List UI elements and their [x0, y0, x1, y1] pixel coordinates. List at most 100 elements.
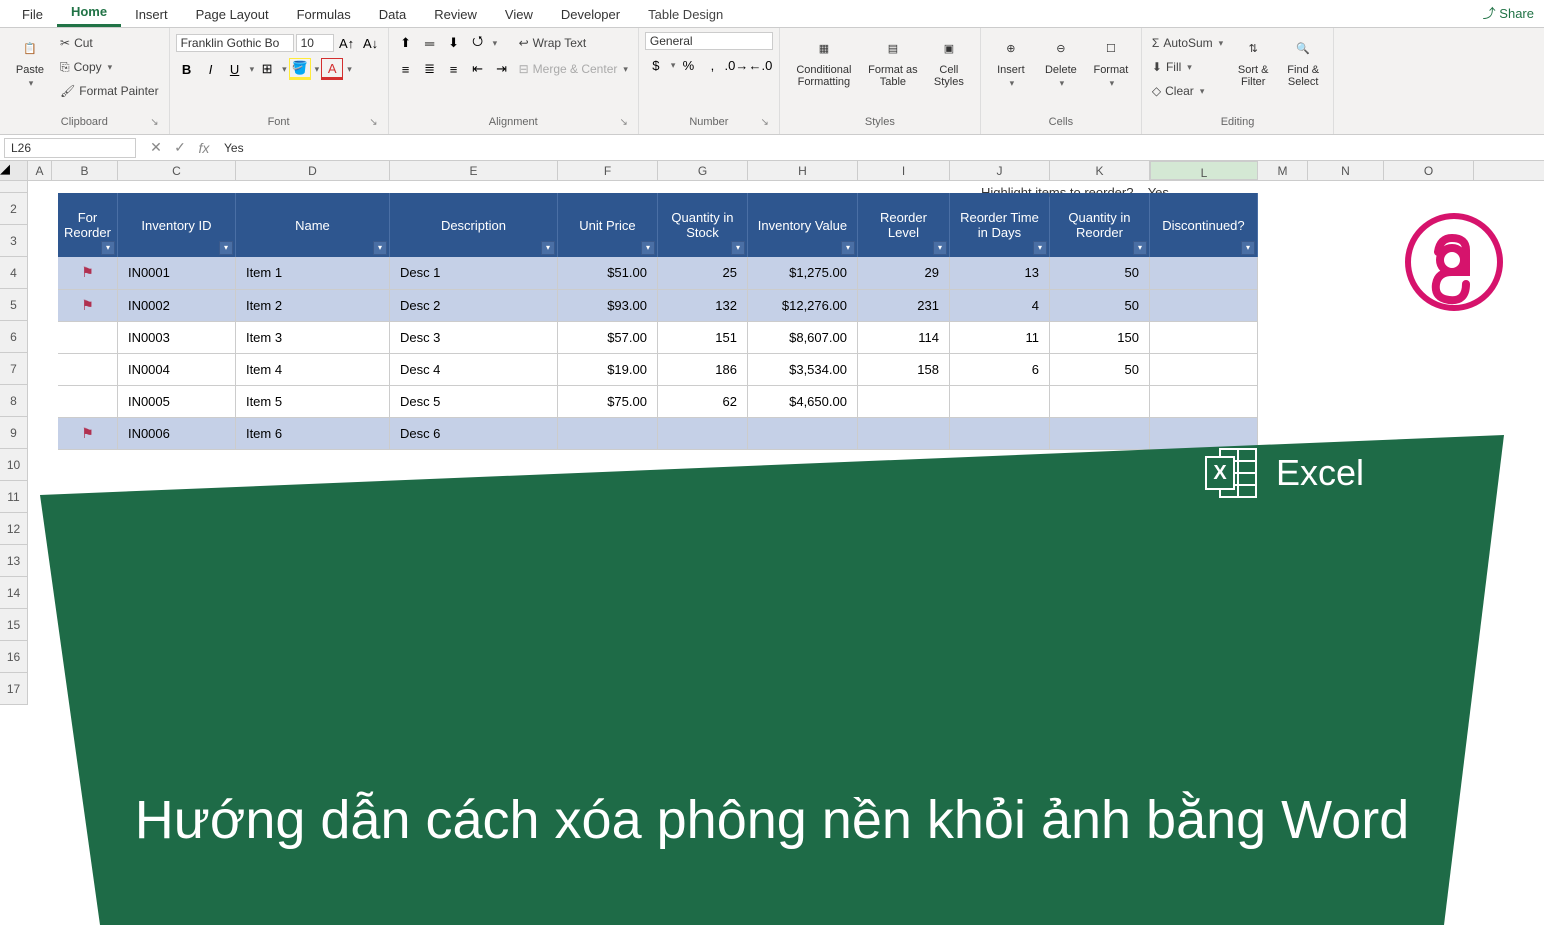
table-cell[interactable]: [657, 417, 747, 449]
paste-button[interactable]: 📋 Paste ▾: [6, 32, 54, 102]
table-cell[interactable]: IN0006: [117, 417, 235, 449]
indent-icon[interactable]: ⇥: [491, 58, 513, 80]
launcher-icon[interactable]: ↘: [620, 117, 628, 128]
table-cell[interactable]: IN0003: [117, 321, 235, 353]
enter-formula-icon[interactable]: ✓: [168, 139, 192, 156]
fill-color-button[interactable]: 🪣: [289, 58, 311, 80]
table-cell[interactable]: $3,534.00: [747, 353, 857, 385]
table-cell[interactable]: ⚑: [58, 289, 117, 321]
table-header[interactable]: Inventory ID▾: [117, 193, 235, 257]
table-cell[interactable]: 114: [857, 321, 949, 353]
table-cell[interactable]: Desc 5: [389, 385, 557, 417]
table-cell[interactable]: 6: [949, 353, 1049, 385]
table-cell[interactable]: [1049, 385, 1149, 417]
format-as-table-button[interactable]: ▤Format as Table: [864, 32, 922, 90]
row-header-10[interactable]: 10: [0, 449, 28, 481]
name-box[interactable]: [4, 138, 136, 158]
clear-button[interactable]: ◇Clear▾: [1148, 80, 1227, 102]
row-header-15[interactable]: 15: [0, 609, 28, 641]
tab-home[interactable]: Home: [57, 0, 121, 27]
table-cell[interactable]: Item 3: [235, 321, 389, 353]
table-row[interactable]: IN0003Item 3Desc 3$57.00151$8,607.001141…: [58, 321, 1257, 353]
tab-view[interactable]: View: [491, 2, 547, 27]
launcher-icon[interactable]: ↘: [150, 117, 158, 128]
col-header-A[interactable]: A: [28, 161, 52, 180]
table-cell[interactable]: IN0005: [117, 385, 235, 417]
filter-icon[interactable]: ▾: [1241, 241, 1255, 255]
font-color-button[interactable]: A: [321, 58, 343, 80]
table-cell[interactable]: 150: [1049, 321, 1149, 353]
align-top-icon[interactable]: ⬆: [395, 32, 417, 54]
col-header-H[interactable]: H: [748, 161, 858, 180]
table-cell[interactable]: Desc 1: [389, 257, 557, 289]
underline-button[interactable]: U: [224, 58, 246, 80]
tab-table-design[interactable]: Table Design: [634, 2, 737, 27]
tab-page-layout[interactable]: Page Layout: [182, 2, 283, 27]
col-header-E[interactable]: E: [390, 161, 558, 180]
table-header[interactable]: Inventory Value▾: [747, 193, 857, 257]
tab-review[interactable]: Review: [420, 2, 491, 27]
align-bottom-icon[interactable]: ⬇: [443, 32, 465, 54]
orientation-icon[interactable]: ⭯: [467, 32, 489, 54]
col-header-F[interactable]: F: [558, 161, 658, 180]
col-header-K[interactable]: K: [1050, 161, 1150, 180]
table-cell[interactable]: [58, 385, 117, 417]
format-cells-button[interactable]: ☐Format▾: [1087, 32, 1135, 91]
table-cell[interactable]: [747, 417, 857, 449]
row-header-17[interactable]: 17: [0, 673, 28, 705]
row-header-[interactable]: [0, 181, 28, 193]
table-cell[interactable]: $8,607.00: [747, 321, 857, 353]
tab-insert[interactable]: Insert: [121, 2, 182, 27]
table-cell[interactable]: IN0001: [117, 257, 235, 289]
table-cell[interactable]: Desc 3: [389, 321, 557, 353]
table-cell[interactable]: $19.00: [557, 353, 657, 385]
currency-icon[interactable]: $: [645, 54, 667, 76]
align-right-icon[interactable]: ≡: [443, 58, 465, 80]
percent-icon[interactable]: %: [677, 54, 699, 76]
table-cell[interactable]: Item 1: [235, 257, 389, 289]
table-header[interactable]: Discontinued?▾: [1149, 193, 1257, 257]
table-cell[interactable]: 186: [657, 353, 747, 385]
table-cell[interactable]: 11: [949, 321, 1049, 353]
table-row[interactable]: ⚑IN0006Item 6Desc 6: [58, 417, 1257, 449]
col-header-M[interactable]: M: [1258, 161, 1308, 180]
row-header-11[interactable]: 11: [0, 481, 28, 513]
row-header-16[interactable]: 16: [0, 641, 28, 673]
tab-file[interactable]: File: [8, 2, 57, 27]
col-header-L[interactable]: L: [1150, 161, 1258, 180]
table-header[interactable]: Unit Price▾: [557, 193, 657, 257]
copy-button[interactable]: ⎘Copy▾: [56, 56, 163, 78]
table-cell[interactable]: [1149, 289, 1257, 321]
row-header-12[interactable]: 12: [0, 513, 28, 545]
row-header-5[interactable]: 5: [0, 289, 28, 321]
row-header-9[interactable]: 9: [0, 417, 28, 449]
row-header-6[interactable]: 6: [0, 321, 28, 353]
table-cell[interactable]: [1149, 257, 1257, 289]
table-header[interactable]: Quantity in Reorder▾: [1049, 193, 1149, 257]
table-cell[interactable]: [1149, 321, 1257, 353]
select-all-corner[interactable]: ◢: [0, 161, 28, 180]
sort-filter-button[interactable]: ⇅Sort & Filter: [1229, 32, 1277, 102]
col-header-N[interactable]: N: [1308, 161, 1384, 180]
row-header-14[interactable]: 14: [0, 577, 28, 609]
table-cell[interactable]: $93.00: [557, 289, 657, 321]
table-header[interactable]: Quantity in Stock▾: [657, 193, 747, 257]
tab-developer[interactable]: Developer: [547, 2, 634, 27]
table-cell[interactable]: Desc 4: [389, 353, 557, 385]
table-cell[interactable]: 4: [949, 289, 1049, 321]
col-header-G[interactable]: G: [658, 161, 748, 180]
table-header[interactable]: For Reorder▾: [58, 193, 117, 257]
fill-button[interactable]: ⬇Fill▾: [1148, 56, 1227, 78]
table-cell[interactable]: Item 6: [235, 417, 389, 449]
align-middle-icon[interactable]: ═: [419, 32, 441, 54]
increase-decimal-icon[interactable]: .0→: [725, 54, 747, 76]
increase-font-icon[interactable]: A↑: [336, 32, 358, 54]
table-cell[interactable]: 25: [657, 257, 747, 289]
format-painter-button[interactable]: 🖌Format Painter: [56, 80, 163, 102]
tab-data[interactable]: Data: [365, 2, 420, 27]
table-cell[interactable]: IN0004: [117, 353, 235, 385]
cell-grid[interactable]: Highlight items to reorder? Yes For Reor…: [28, 181, 1544, 705]
insert-cells-button[interactable]: ⊕Insert▾: [987, 32, 1035, 91]
table-cell[interactable]: 231: [857, 289, 949, 321]
table-header[interactable]: Reorder Level▾: [857, 193, 949, 257]
